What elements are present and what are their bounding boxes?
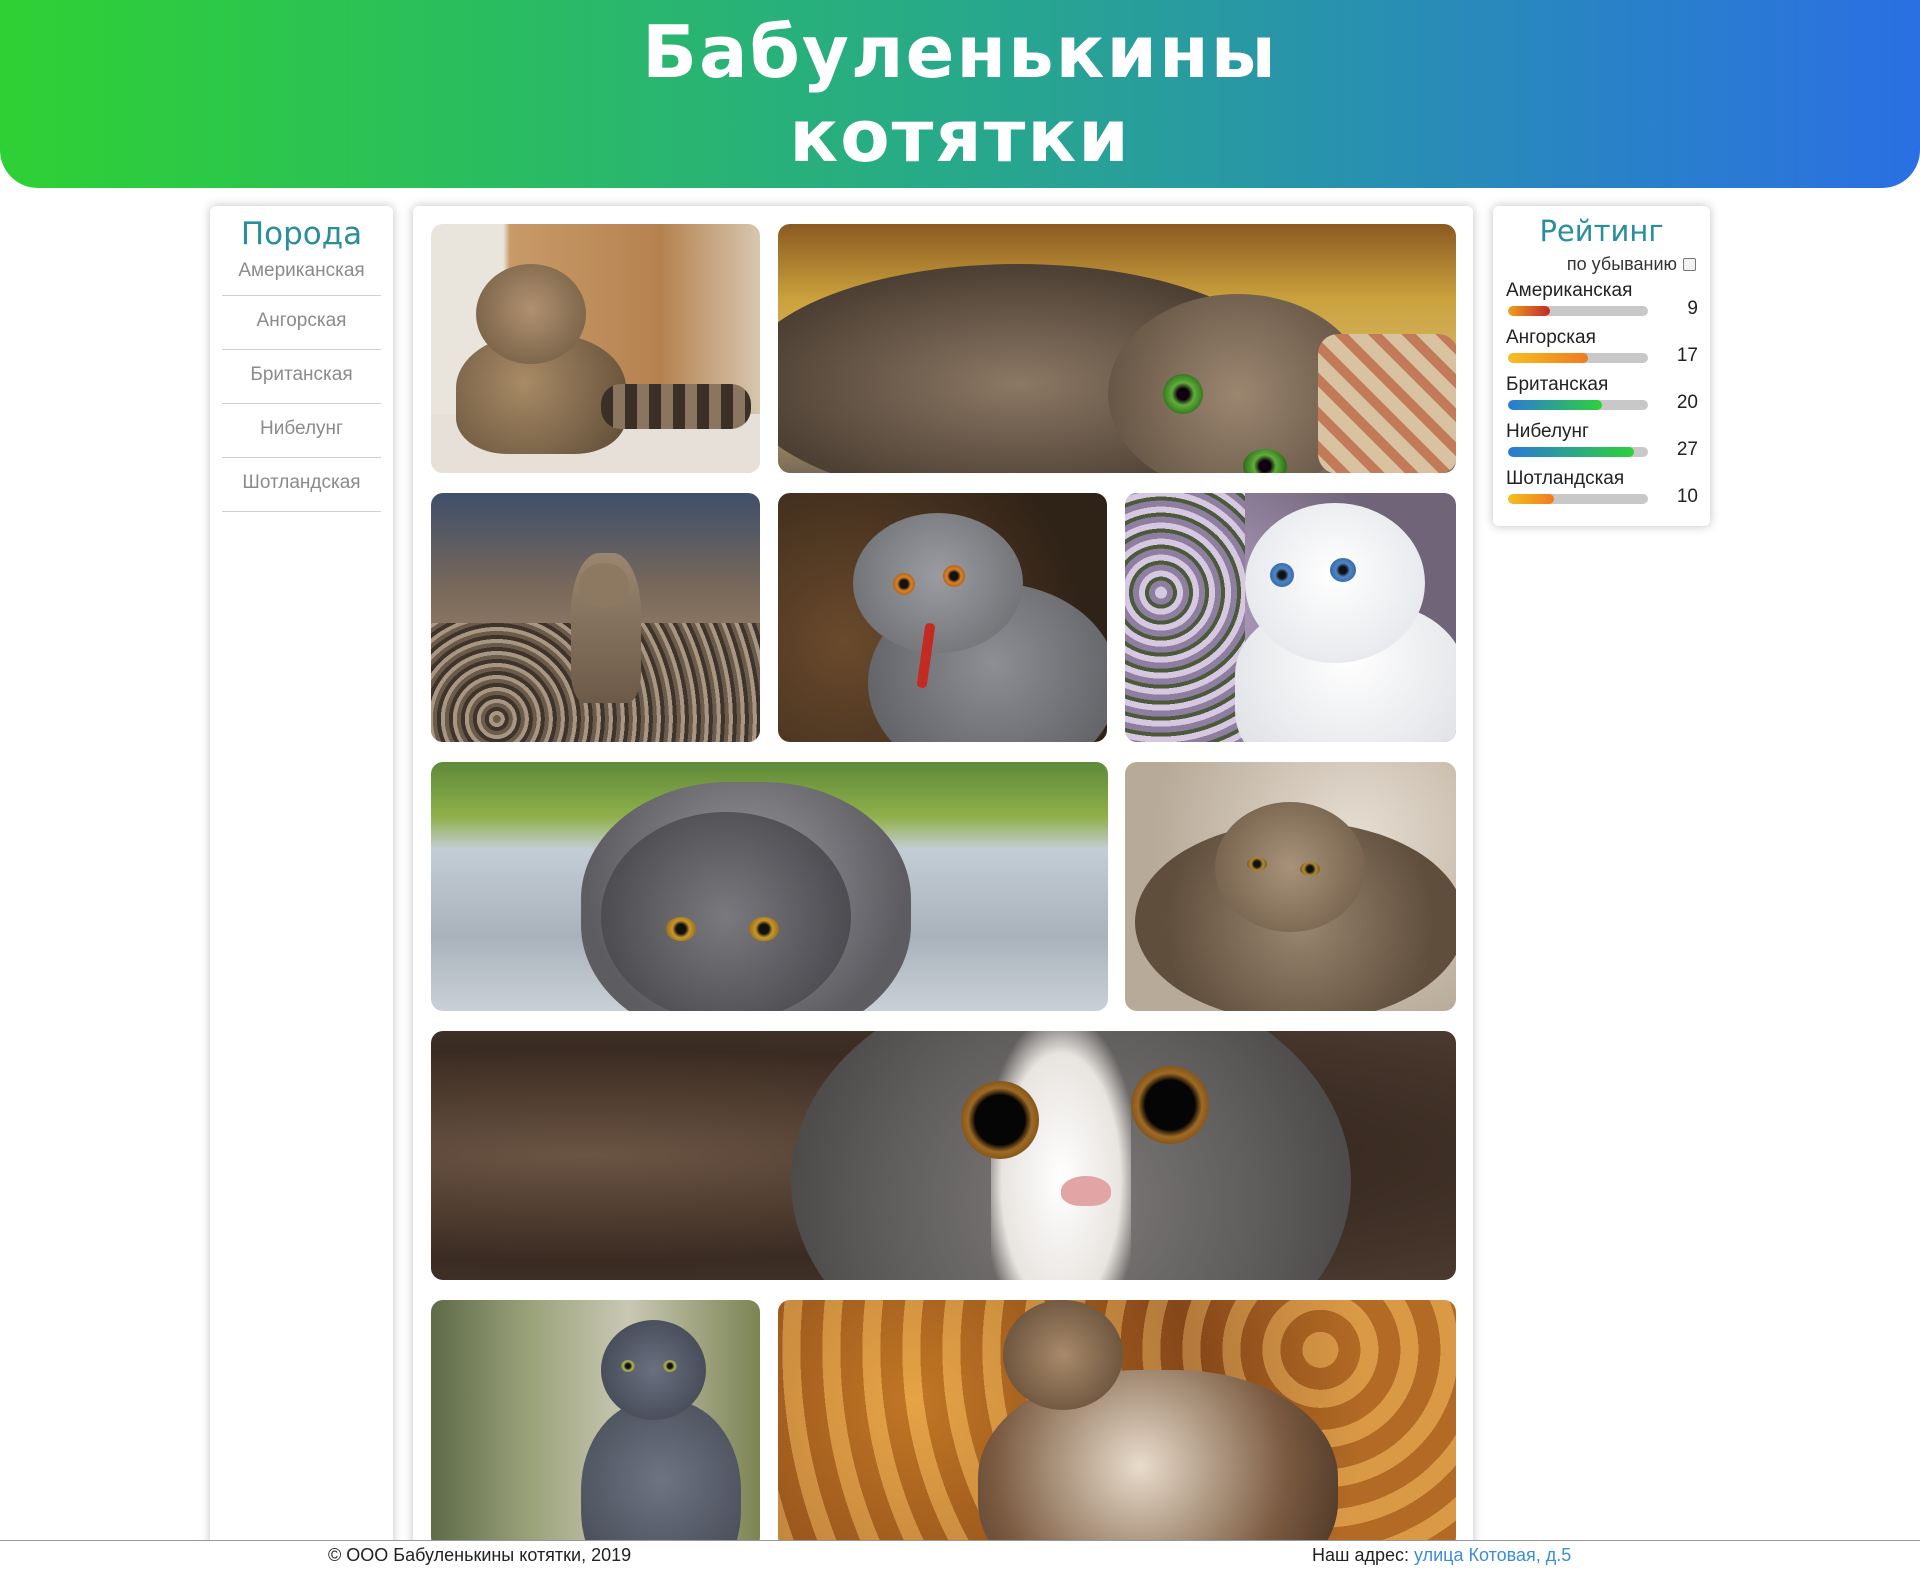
breed-item-angora[interactable]: Ангорская <box>222 296 381 350</box>
rating-bar-fill <box>1508 306 1550 316</box>
breed-item-american[interactable]: Американская <box>222 254 381 296</box>
address-label: Наш адрес: <box>1312 1545 1409 1565</box>
site-title: Бабуленькины котятки <box>642 10 1278 178</box>
cat-photo-tabby-sitting[interactable] <box>431 224 760 473</box>
rating-item-british: Британская 20 <box>1506 374 1698 420</box>
breed-item-nebelung[interactable]: Нибелунг <box>222 404 381 458</box>
rating-item-label: Американская <box>1506 280 1633 301</box>
breed-sidebar: Порода Американская Ангорская Британская… <box>210 206 393 1568</box>
sort-desc-checkbox[interactable] <box>1683 258 1696 271</box>
rating-bar-fill <box>1508 400 1602 410</box>
cat-photo-tabby-lying-green-eyes[interactable] <box>778 224 1456 473</box>
rating-item-nebelung: Нибелунг 27 <box>1506 421 1698 467</box>
rating-bar <box>1508 400 1648 410</box>
breed-list: Американская Ангорская Британская Нибелу… <box>222 254 381 512</box>
cat-photo-fluffy-tabby-autumn[interactable] <box>778 1300 1456 1549</box>
rating-item-value: 10 <box>1676 486 1698 507</box>
rating-item-label: Британская <box>1506 374 1609 395</box>
cat-photo-grey-crouching[interactable] <box>431 762 1108 1011</box>
cat-photo-white-blue-eyes[interactable] <box>1125 493 1456 742</box>
address-link[interactable]: улица Котовая, д.5 <box>1414 1545 1571 1565</box>
rating-title: Рейтинг <box>1539 214 1664 248</box>
site-footer: © ООО Бабуленькины котятки, 2019 Наш адр… <box>0 1540 1920 1569</box>
rating-bar <box>1508 447 1648 457</box>
rating-item-label: Ангорская <box>1506 327 1596 348</box>
cat-photo-blue-nebelung[interactable] <box>431 1300 760 1549</box>
address-block: Наш адрес: улица Котовая, д.5 <box>1312 1545 1571 1566</box>
rating-item-value: 20 <box>1676 392 1698 413</box>
rating-item-american: Американская 9 <box>1506 280 1698 326</box>
sidebar-title: Порода <box>240 216 363 252</box>
rating-bar <box>1508 353 1648 363</box>
sort-desc-toggle[interactable]: по убыванию <box>1567 254 1696 275</box>
rating-item-angora: Ангорская 17 <box>1506 327 1698 373</box>
cat-gallery <box>413 206 1473 1568</box>
rating-item-value: 27 <box>1676 439 1698 460</box>
cat-photo-grey-white-closeup[interactable] <box>431 1031 1456 1280</box>
cat-photo-tabby-on-back[interactable] <box>1125 762 1456 1011</box>
rating-item-value: 17 <box>1676 345 1698 366</box>
breed-item-scottish[interactable]: Шотландская <box>222 458 381 512</box>
breed-item-british[interactable]: Британская <box>222 350 381 404</box>
rating-bar <box>1508 306 1648 316</box>
cat-photo-grey-british-stick[interactable] <box>778 493 1107 742</box>
rating-panel: Рейтинг по убыванию Американская 9 Ангор… <box>1493 206 1710 526</box>
cat-photo-tabby-walking[interactable] <box>431 493 760 742</box>
rating-item-scottish: Шотландская 10 <box>1506 468 1698 514</box>
sort-desc-label: по убыванию <box>1566 254 1677 274</box>
site-header: Бабуленькины котятки <box>0 0 1920 188</box>
rating-bar-fill <box>1508 447 1634 457</box>
rating-bar-fill <box>1508 353 1588 363</box>
copyright-text: © ООО Бабуленькины котятки, 2019 <box>328 1545 632 1565</box>
rating-bar <box>1508 494 1648 504</box>
rating-item-label: Шотландская <box>1506 468 1625 489</box>
rating-item-label: Нибелунг <box>1506 421 1589 442</box>
rating-bar-fill <box>1508 494 1555 504</box>
rating-item-value: 9 <box>1687 298 1698 319</box>
